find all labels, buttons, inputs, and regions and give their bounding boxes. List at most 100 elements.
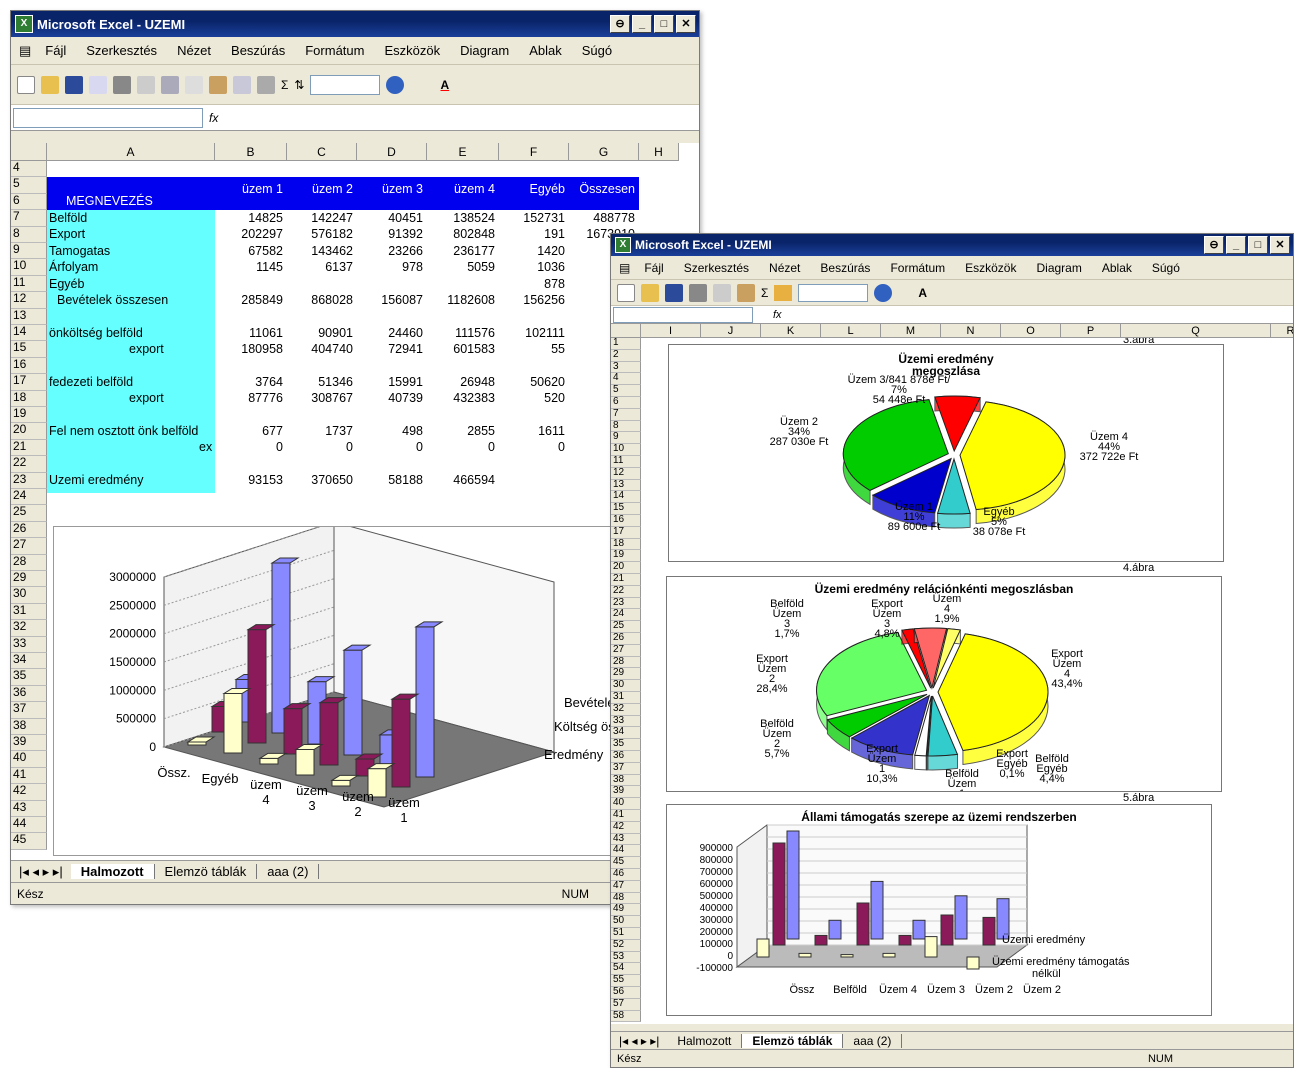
row-header[interactable]: 21 <box>11 440 47 457</box>
permission-icon[interactable] <box>89 75 107 94</box>
menu-help-2[interactable]: Súgó <box>1142 261 1190 275</box>
autosum-icon[interactable]: Σ <box>281 78 288 92</box>
spell-icon[interactable] <box>161 75 179 94</box>
row-header[interactable]: 33 <box>11 636 47 653</box>
menu-insert-2[interactable]: Beszúrás <box>810 261 880 275</box>
name-box-2[interactable] <box>613 306 753 323</box>
zoom-select[interactable] <box>310 74 381 95</box>
row-header[interactable]: 27 <box>611 644 641 657</box>
row-header[interactable]: 38 <box>11 718 47 735</box>
font-color-icon-2[interactable]: A <box>918 286 927 300</box>
row-header[interactable]: 52 <box>611 939 641 952</box>
row-header[interactable]: 28 <box>11 554 47 571</box>
chart-3d-bar-main[interactable]: 3000000 2500000 2000000 1500000 1000000 50000… <box>53 521 655 856</box>
hyperlink-icon[interactable] <box>257 75 275 94</box>
restore-icon[interactable]: ⊖ <box>610 15 630 33</box>
row-header[interactable]: 2 <box>611 349 641 362</box>
row-header[interactable]: 6 <box>11 194 47 211</box>
menu-tools[interactable]: Eszközök <box>374 43 450 58</box>
doc-icon-2[interactable]: ▤ <box>615 261 634 275</box>
paste-icon[interactable] <box>209 75 227 94</box>
row-header[interactable]: 20 <box>11 423 47 440</box>
preview-icon-2[interactable] <box>713 283 731 302</box>
row-header[interactable]: 12 <box>11 292 47 309</box>
col-header[interactable]: J <box>701 324 761 338</box>
row-header[interactable]: 36 <box>11 686 47 703</box>
row-header[interactable]: 10 <box>11 259 47 276</box>
menu-help[interactable]: Súgó <box>572 43 622 58</box>
undo-icon[interactable] <box>233 75 251 94</box>
print-icon-2[interactable] <box>689 283 707 302</box>
tab-aaa2-2[interactable]: aaa (2) <box>843 1033 903 1048</box>
menu-format[interactable]: Formátum <box>295 43 374 58</box>
doc-icon[interactable]: ▤ <box>15 43 35 59</box>
autosum-icon-2[interactable]: Σ <box>761 286 768 300</box>
col-header-c[interactable]: C <box>287 143 357 161</box>
row-header[interactable]: 26 <box>11 522 47 539</box>
row-header[interactable]: 39 <box>11 735 47 752</box>
row-header[interactable]: 30 <box>11 587 47 604</box>
menu-diagram-2[interactable]: Diagram <box>1026 261 1091 275</box>
col-header[interactable]: R <box>1271 324 1293 338</box>
menu-format-2[interactable]: Formátum <box>880 261 955 275</box>
minimize-button-2[interactable]: _ <box>1226 236 1246 254</box>
tab-halmozott-2[interactable]: Halmozott <box>667 1033 743 1048</box>
row-header[interactable]: 25 <box>11 505 47 522</box>
col-header-g[interactable]: G <box>569 143 639 161</box>
col-header[interactable]: L <box>821 324 881 338</box>
new-icon[interactable] <box>17 75 35 94</box>
tab-elemzo-2[interactable]: Elemzö táblák <box>742 1033 844 1048</box>
row-header[interactable]: 16 <box>11 358 47 375</box>
tab-halmozott[interactable]: Halmozott <box>70 864 155 879</box>
col-header-a[interactable]: A <box>47 143 215 161</box>
row-header[interactable]: 23 <box>11 472 47 489</box>
maximize-button[interactable]: □ <box>654 15 674 33</box>
row-header[interactable]: 47 <box>611 880 641 893</box>
minimize-button[interactable]: _ <box>632 15 652 33</box>
open-icon-2[interactable] <box>641 283 659 302</box>
menu-file-2[interactable]: Fájl <box>634 261 673 275</box>
new-icon-2[interactable] <box>617 283 635 302</box>
row-header[interactable]: 17 <box>11 374 47 391</box>
col-header[interactable]: M <box>881 324 941 338</box>
menu-insert[interactable]: Beszúrás <box>221 43 295 58</box>
save-icon[interactable] <box>65 75 83 94</box>
paste-icon-2[interactable] <box>737 283 755 302</box>
row-header[interactable]: 58 <box>611 1010 641 1023</box>
row-header[interactable]: 4 <box>11 161 47 178</box>
col-header[interactable]: I <box>641 324 701 338</box>
row-header[interactable]: 13 <box>11 308 47 325</box>
help-icon[interactable] <box>386 75 405 94</box>
sort-icon[interactable]: ⇅ <box>294 78 304 92</box>
sheet-grid-2[interactable]: 3.ábra 4.ábra 5.ábra Üzemi eredmény megos… <box>611 324 1293 1024</box>
row-header[interactable]: 35 <box>11 669 47 686</box>
tab-nav-icons-2[interactable]: |◂ ◂ ▸ ▸| <box>611 1034 667 1048</box>
row-header[interactable]: 12 <box>611 467 641 480</box>
col-header-h[interactable]: H <box>639 143 679 161</box>
row-header[interactable]: 7 <box>11 210 47 227</box>
close-button[interactable]: ✕ <box>676 15 696 33</box>
col-header[interactable]: Q <box>1121 324 1271 338</box>
col-header-b[interactable]: B <box>215 143 287 161</box>
row-header[interactable]: 44 <box>11 817 47 834</box>
menu-view-2[interactable]: Nézet <box>759 261 810 275</box>
row-header[interactable]: 5 <box>11 177 47 194</box>
col-header[interactable]: N <box>941 324 1001 338</box>
row-header[interactable]: 45 <box>11 833 47 850</box>
col-header[interactable]: P <box>1061 324 1121 338</box>
row-header[interactable]: 42 <box>611 821 641 834</box>
row-header[interactable]: 14 <box>11 325 47 342</box>
row-header[interactable]: 40 <box>11 751 47 768</box>
cut-icon[interactable] <box>185 75 203 94</box>
print-icon[interactable] <box>113 75 131 94</box>
tab-elemzo[interactable]: Elemzö táblák <box>155 864 258 879</box>
chart-bar-allami[interactable]: Állami támogatás szerepe az üzemi rendsz… <box>666 804 1212 1016</box>
menu-window[interactable]: Ablak <box>519 43 572 58</box>
open-icon[interactable] <box>41 75 59 94</box>
menu-window-2[interactable]: Ablak <box>1092 261 1142 275</box>
row-header[interactable]: 32 <box>11 620 47 637</box>
menu-edit[interactable]: Szerkesztés <box>76 43 167 58</box>
row-header[interactable]: 15 <box>11 341 47 358</box>
row-header[interactable]: 24 <box>11 489 47 506</box>
col-header[interactable]: O <box>1001 324 1061 338</box>
